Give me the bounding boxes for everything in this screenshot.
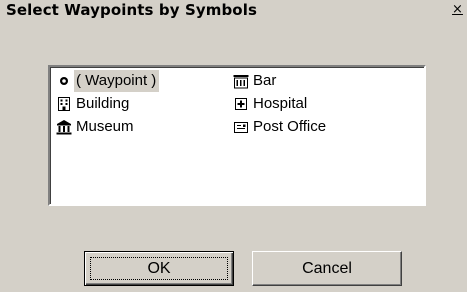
- museum-icon: [56, 120, 72, 135]
- hospital-icon: [235, 98, 247, 110]
- ok-button-label: OK: [147, 260, 171, 277]
- bar-icon: [233, 75, 249, 89]
- symbol-list[interactable]: ( Waypoint ) Building Museum Bar Hospita…: [48, 65, 426, 206]
- waypoint-dot-icon: [60, 77, 68, 85]
- list-item-label: Hospital: [253, 95, 308, 112]
- list-item-label: Bar: [253, 72, 277, 89]
- ok-button[interactable]: OK: [84, 251, 234, 286]
- list-item-label: Museum: [76, 118, 134, 135]
- list-item-label: Building: [76, 95, 130, 112]
- post-office-icon: [234, 122, 248, 133]
- title-bar: Select Waypoints by Symbols ×: [0, 0, 467, 20]
- close-button[interactable]: ×: [451, 3, 464, 17]
- cancel-button[interactable]: Cancel: [252, 251, 402, 286]
- list-item-label: ( Waypoint ): [74, 70, 160, 92]
- list-item-label: Post Office: [253, 118, 327, 135]
- dialog-title: Select Waypoints by Symbols: [6, 1, 257, 19]
- building-icon: [58, 97, 70, 111]
- cancel-button-label: Cancel: [302, 260, 352, 277]
